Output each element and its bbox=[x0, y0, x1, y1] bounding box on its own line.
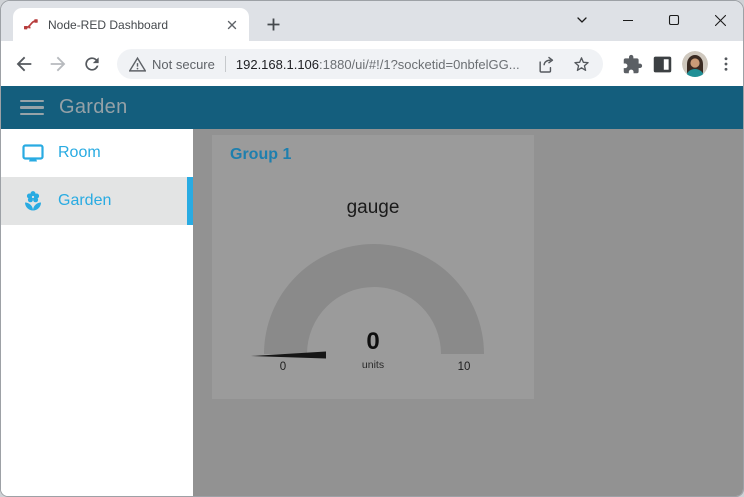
plus-icon bbox=[266, 17, 281, 32]
dashboard-main: Group 1 gauge 0 units 0 10 bbox=[193, 129, 743, 497]
bookmark-star-icon[interactable] bbox=[572, 55, 591, 74]
tab-title: Node-RED Dashboard bbox=[48, 18, 223, 32]
extensions-puzzle-icon[interactable] bbox=[622, 54, 643, 75]
profile-avatar[interactable] bbox=[682, 51, 708, 77]
minimize-button[interactable] bbox=[605, 1, 651, 39]
omnibox-divider bbox=[225, 56, 226, 72]
tab-close-icon[interactable] bbox=[223, 16, 241, 34]
tab-search-chevron-icon[interactable] bbox=[559, 1, 605, 39]
forward-button[interactable] bbox=[43, 49, 73, 79]
flower-icon bbox=[21, 189, 45, 213]
menu-hamburger-icon[interactable] bbox=[20, 96, 44, 120]
node-red-favicon-icon bbox=[23, 16, 40, 33]
url-text: 192.168.1.106:1880/ui/#!/1?socketid=0nbf… bbox=[236, 57, 529, 72]
dashboard-body: Room bbox=[1, 129, 743, 497]
browser-toolbar: Not secure 192.168.1.106:1880/ui/#!/1?so… bbox=[1, 41, 743, 86]
address-bar[interactable]: Not secure 192.168.1.106:1880/ui/#!/1?so… bbox=[117, 49, 603, 79]
gauge-value: 0 bbox=[212, 328, 534, 356]
warning-triangle-icon bbox=[129, 56, 146, 73]
sidebar-item-room[interactable]: Room bbox=[1, 129, 193, 177]
new-tab-button[interactable] bbox=[259, 10, 287, 38]
sidebar-item-label: Room bbox=[58, 144, 101, 162]
url-path: :1880/ui/#!/1?socketid=0nbfelGG... bbox=[319, 57, 520, 72]
window-controls bbox=[559, 1, 743, 39]
omnibox-actions bbox=[537, 55, 591, 74]
security-chip[interactable]: Not secure bbox=[129, 56, 215, 73]
close-window-button[interactable] bbox=[697, 1, 743, 39]
group-card: Group 1 gauge 0 units 0 10 bbox=[212, 135, 534, 399]
gauge-max-label: 10 bbox=[446, 361, 482, 373]
monitor-icon bbox=[21, 141, 45, 165]
toolbar-right-cluster bbox=[622, 49, 735, 79]
sidebar-item-label: Garden bbox=[58, 192, 111, 210]
dashboard-header: Garden bbox=[1, 86, 743, 129]
maximize-button[interactable] bbox=[651, 1, 697, 39]
browser-window: Node-RED Dashboard bbox=[0, 0, 744, 497]
side-panel-icon[interactable] bbox=[652, 54, 673, 75]
reload-button[interactable] bbox=[77, 49, 107, 79]
back-button[interactable] bbox=[9, 49, 39, 79]
browser-tab[interactable]: Node-RED Dashboard bbox=[13, 8, 249, 41]
sidebar-item-garden[interactable]: Garden bbox=[1, 177, 193, 225]
url-host: 192.168.1.106 bbox=[236, 57, 319, 72]
gauge-units: units bbox=[212, 359, 534, 371]
gauge-min-label: 0 bbox=[265, 361, 301, 373]
sidebar: Room bbox=[1, 129, 193, 497]
share-icon[interactable] bbox=[537, 55, 556, 74]
page-title: Garden bbox=[59, 96, 128, 119]
security-label: Not secure bbox=[152, 57, 215, 72]
browser-menu-dots-icon[interactable] bbox=[717, 55, 735, 73]
tab-strip: Node-RED Dashboard bbox=[1, 1, 743, 41]
